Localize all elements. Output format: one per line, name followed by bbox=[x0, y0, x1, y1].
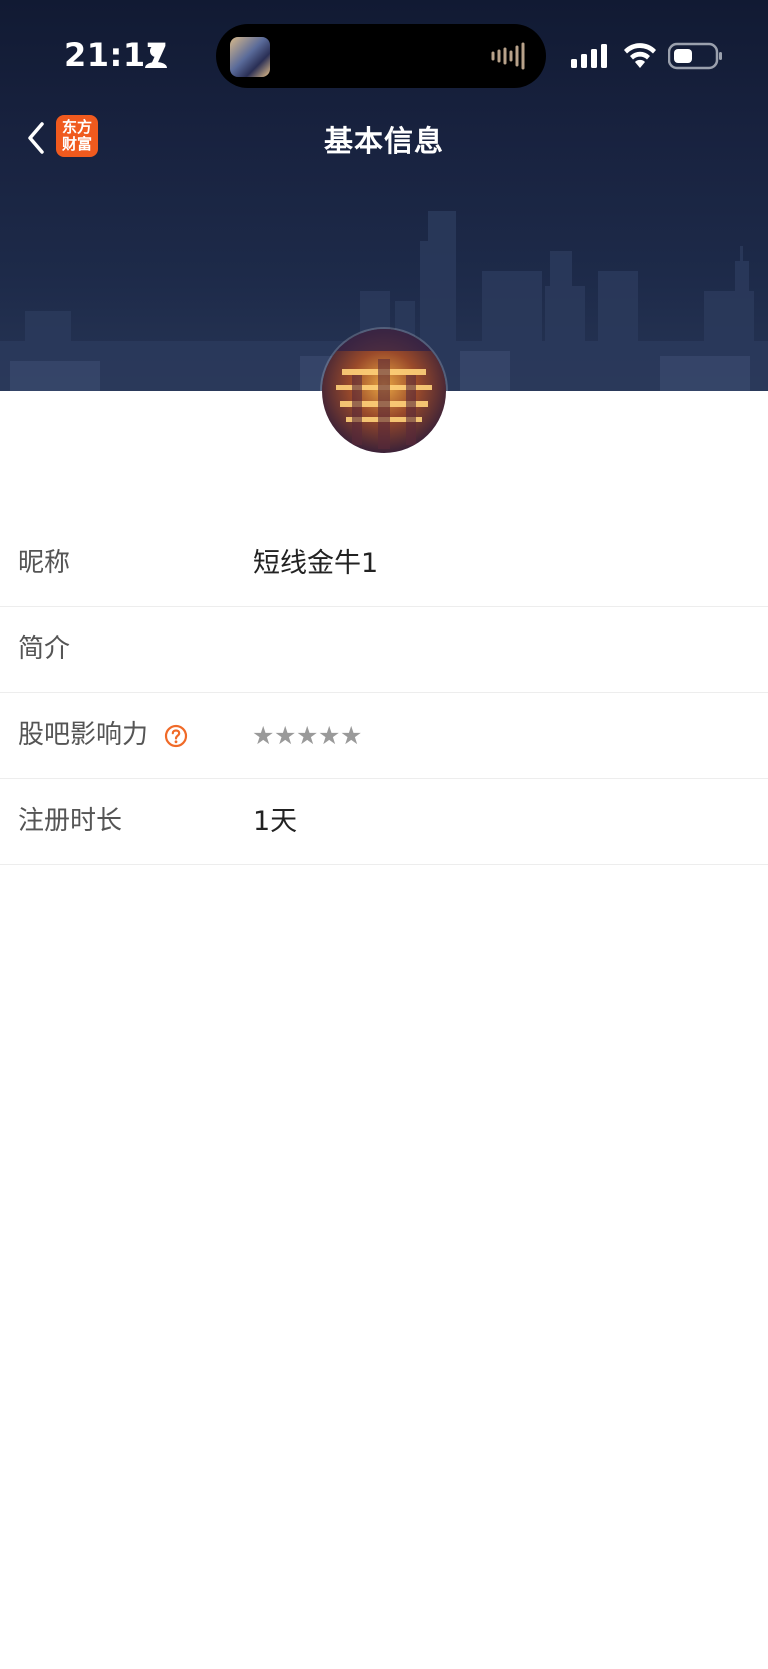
star-icon: ★ bbox=[318, 721, 341, 750]
question-circle-icon[interactable] bbox=[164, 724, 188, 748]
influence-stars: ★★★★★ bbox=[252, 693, 362, 778]
star-icon: ★ bbox=[340, 721, 363, 750]
nickname-value: 短线金牛1 bbox=[253, 548, 379, 579]
bio-row[interactable]: 简介 bbox=[0, 607, 768, 693]
nickname-row[interactable]: 昵称 短线金牛1 bbox=[0, 521, 768, 607]
person-icon bbox=[145, 45, 167, 68]
basic-info-page: 21:17 东方 财富 基本信息 昵称 短线金牛1 简介 股吧影响力 ★★★★★… bbox=[0, 0, 768, 1669]
registration-duration-value: 1天 bbox=[253, 806, 298, 837]
profile-info-list: 昵称 短线金牛1 简介 股吧影响力 ★★★★★ 注册时长 1天 bbox=[0, 521, 768, 865]
nickname-label: 昵称 bbox=[18, 548, 71, 578]
battery-icon bbox=[668, 42, 722, 70]
star-icon: ★ bbox=[296, 721, 319, 750]
influence-label: 股吧影响力 bbox=[18, 720, 149, 750]
signal-icon bbox=[571, 44, 607, 68]
influence-row: 股吧影响力 ★★★★★ bbox=[0, 693, 768, 779]
bio-label: 简介 bbox=[18, 634, 71, 664]
page-title: 基本信息 bbox=[323, 124, 444, 158]
status-bar: 21:17 bbox=[0, 0, 768, 112]
avatar-image bbox=[322, 329, 446, 453]
registration-duration-label: 注册时长 bbox=[18, 806, 123, 836]
wifi-icon bbox=[624, 43, 656, 68]
now-playing-thumbnail[interactable] bbox=[230, 37, 270, 77]
avatar[interactable] bbox=[322, 329, 446, 453]
star-icon: ★ bbox=[274, 721, 297, 750]
audio-waveform-icon bbox=[491, 42, 525, 70]
navigation-bar: 东方 财富 基本信息 bbox=[0, 112, 768, 162]
star-icon: ★ bbox=[252, 721, 275, 750]
dynamic-island[interactable] bbox=[216, 24, 546, 88]
registration-duration-row: 注册时长 1天 bbox=[0, 779, 768, 865]
